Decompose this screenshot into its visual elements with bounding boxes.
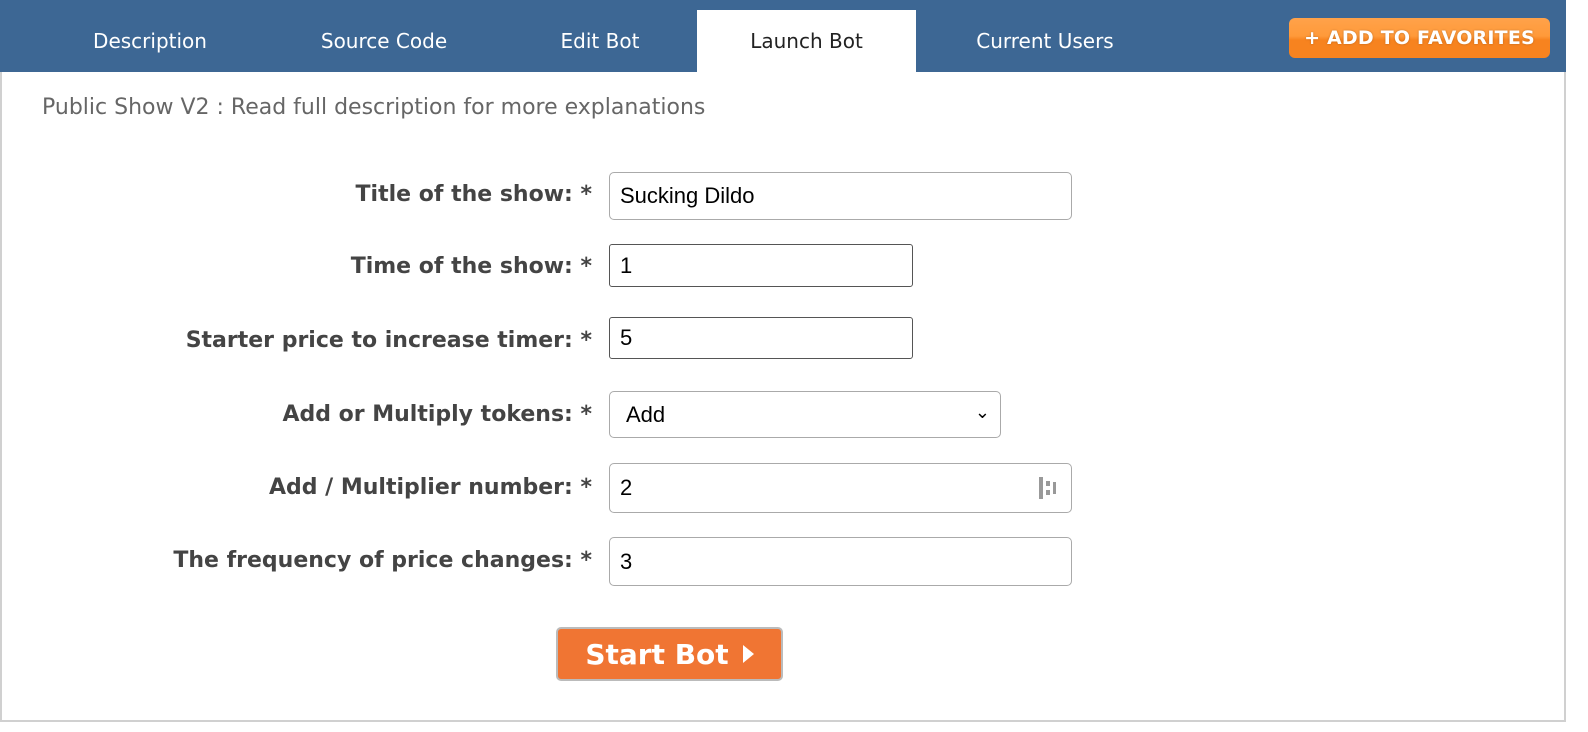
time-value: 1 [620, 252, 633, 278]
starter-price-input[interactable]: 5 [609, 317, 913, 359]
time-input[interactable]: 1 [609, 244, 913, 287]
add-to-favorites-button[interactable]: + ADD TO FAVORITES [1289, 18, 1550, 58]
multiplier-value: 2 [620, 475, 633, 500]
play-arrow-icon [742, 645, 754, 663]
password-manager-icon[interactable] [1039, 477, 1059, 499]
tab-description[interactable]: Description [52, 10, 248, 72]
start-bot-label: Start Bot [585, 637, 729, 671]
multiplier-input[interactable]: 2 [609, 463, 1072, 513]
start-bot-button[interactable]: Start Bot [556, 627, 783, 681]
title-value: Sucking Dildo [620, 183, 755, 208]
tab-source-code[interactable]: Source Code [276, 10, 492, 72]
frequency-value: 3 [620, 548, 633, 574]
page-subtitle: Public Show V2 : Read full description f… [42, 95, 706, 120]
add-multiply-label: Add or Multiply tokens: * [282, 402, 592, 427]
tab-edit-bot[interactable]: Edit Bot [500, 10, 700, 72]
time-label: Time of the show: * [350, 254, 592, 279]
title-label: Title of the show: * [355, 182, 592, 207]
starter-price-value: 5 [620, 325, 633, 350]
frequency-label: The frequency of price changes: * [173, 548, 592, 573]
add-multiply-select[interactable]: Add ⌄ [609, 391, 1001, 438]
tab-bar: Description Source Code Edit Bot Launch … [0, 0, 1566, 72]
tab-launch-bot[interactable]: Launch Bot [697, 10, 916, 72]
multiplier-label: Add / Multiplier number: * [268, 475, 592, 500]
starter-price-label: Starter price to increase timer: * [185, 328, 592, 353]
chevron-down-icon: ⌄ [974, 402, 990, 422]
tab-current-users[interactable]: Current Users [940, 10, 1150, 72]
frequency-input[interactable]: 3 [609, 537, 1072, 586]
add-multiply-value: Add [626, 401, 666, 427]
title-input[interactable]: Sucking Dildo [609, 172, 1072, 220]
